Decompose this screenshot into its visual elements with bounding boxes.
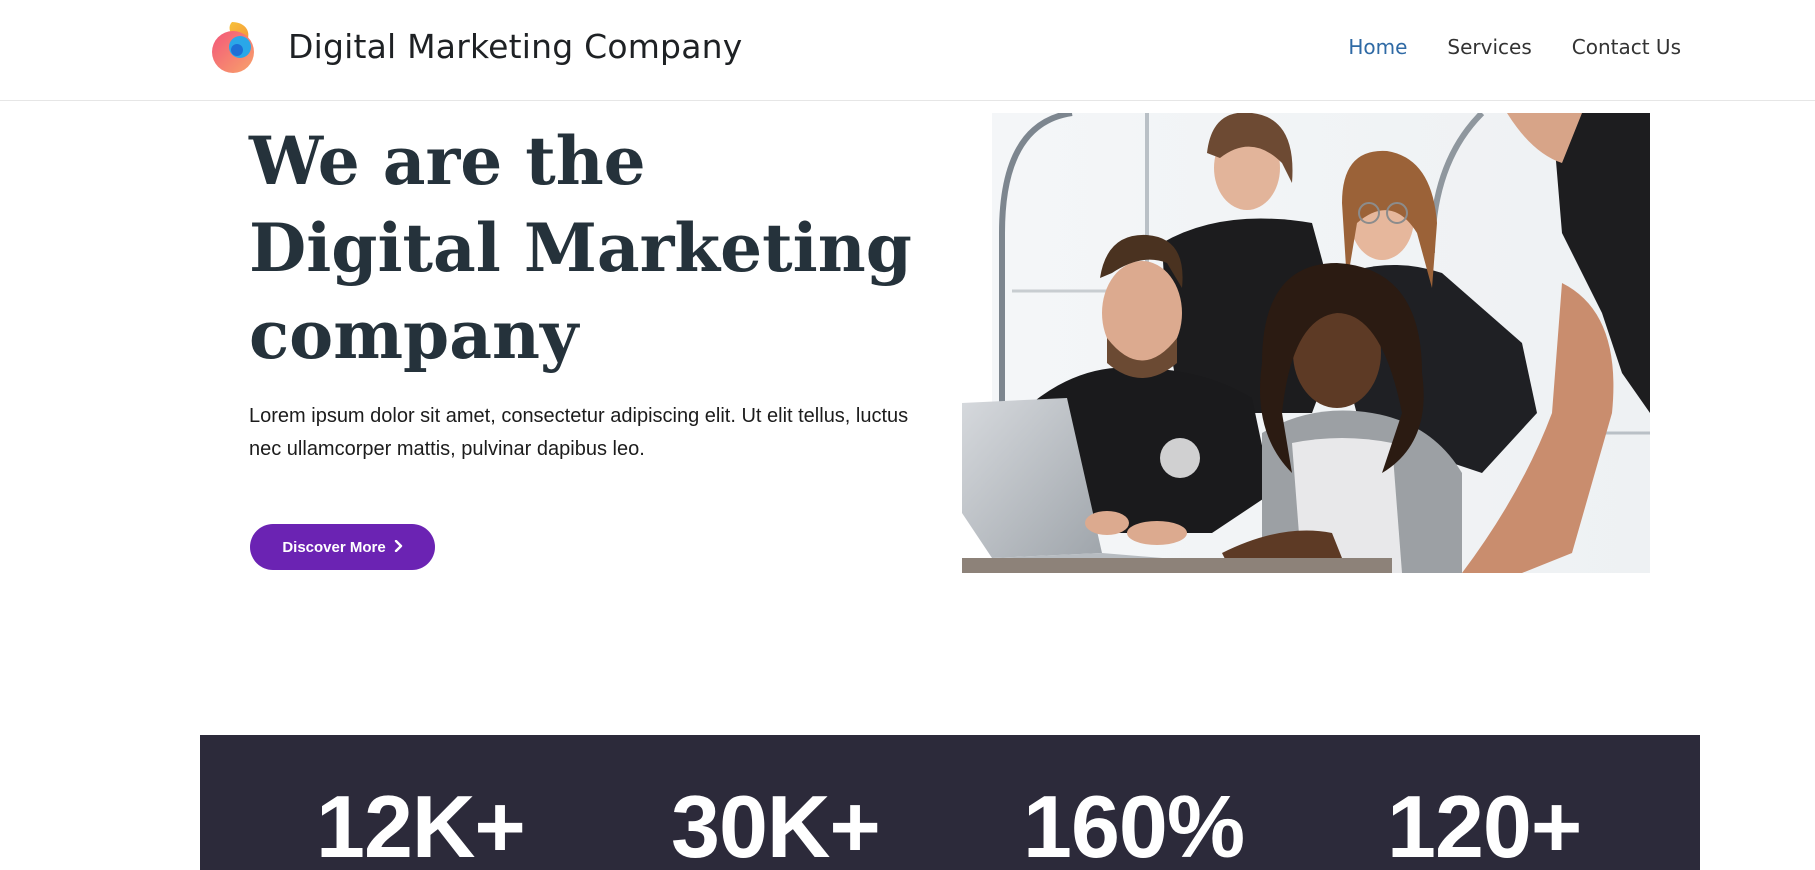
stat-value: 12K+ <box>316 777 526 870</box>
hero-description: Lorem ipsum dolor sit amet, consectetur … <box>249 405 909 460</box>
hero-title-line-3: company <box>249 296 579 374</box>
stat-value: 30K+ <box>671 777 881 870</box>
hero-title: We are the Digital Marketing company <box>249 118 912 379</box>
team-photo <box>962 113 1650 573</box>
nav-services[interactable]: Services <box>1447 35 1531 59</box>
brand-name[interactable]: Digital Marketing Company <box>288 27 742 66</box>
logo-icon[interactable] <box>210 20 258 74</box>
hero-title-line-2: Digital Marketing <box>249 209 912 287</box>
main-nav: Home Services Contact Us <box>1348 35 1681 59</box>
site-header: Digital Marketing Company Home Services … <box>0 0 1815 101</box>
discover-more-label: Discover More <box>282 538 386 556</box>
discover-more-button[interactable]: Discover More <box>250 524 435 570</box>
hero-image <box>962 113 1650 573</box>
chevron-right-icon <box>394 539 403 555</box>
hero-title-line-1: We are the <box>249 122 646 200</box>
nav-home[interactable]: Home <box>1348 35 1407 59</box>
stat-value: 160% <box>1023 777 1245 870</box>
stat-value: 120+ <box>1387 777 1582 870</box>
nav-contact-us[interactable]: Contact Us <box>1572 35 1681 59</box>
stats-section: 12K+ 30K+ 160% 120+ <box>200 735 1700 870</box>
